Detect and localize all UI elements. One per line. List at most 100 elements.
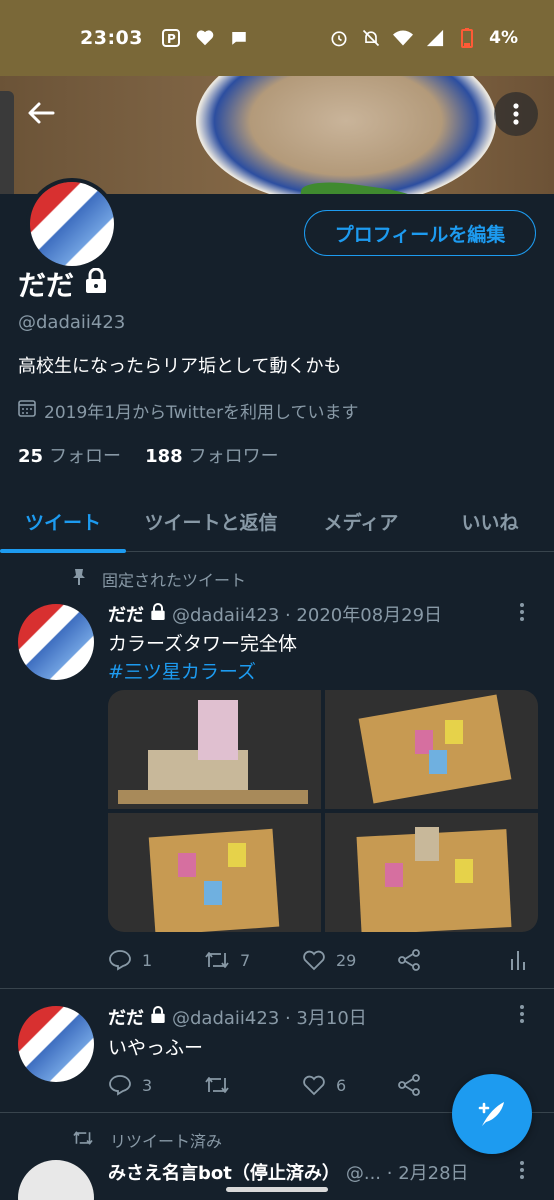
profile-avatar[interactable] (26, 178, 118, 270)
like-button[interactable]: 6 (302, 1074, 398, 1096)
battery-percent: 4% (489, 28, 518, 48)
notification-icons: P (161, 28, 249, 48)
tweet-photo-2[interactable] (325, 690, 538, 809)
tweet-header: だだ @dadaii423 · 3月10日 (108, 1004, 367, 1030)
gesture-nav-bar[interactable] (226, 1187, 328, 1192)
pinned-text: 固定されたツイート (102, 571, 247, 590)
lock-icon (150, 1005, 166, 1029)
status-time: 23:03 (80, 27, 143, 49)
tab-likes[interactable]: いいね (426, 490, 554, 552)
tweet-more-icon[interactable] (512, 1004, 532, 1024)
analytics-icon (511, 951, 525, 970)
mute-icon (361, 28, 381, 48)
following-count: 25 (18, 446, 44, 467)
tweet-hashtag[interactable]: #三ツ星カラーズ (108, 657, 256, 684)
tweet-meta: @dadaii423 · 2020年08月29日 (172, 605, 443, 626)
back-button[interactable] (24, 96, 58, 130)
profile-banner[interactable] (0, 76, 554, 194)
like-button[interactable]: 29 (302, 949, 398, 971)
status-bar: 23:03 P 4% (0, 0, 554, 76)
like-count: 6 (336, 1075, 347, 1095)
retweet-button[interactable] (204, 1074, 302, 1096)
following-label: フォロー (49, 446, 122, 467)
tweet-photo-4[interactable] (325, 813, 538, 932)
edit-profile-button[interactable]: プロフィールを編集 (304, 210, 536, 256)
heart-notification-icon (195, 28, 215, 48)
tweet-author-name[interactable]: だだ (108, 601, 144, 627)
compose-tweet-button[interactable] (452, 1074, 532, 1154)
profile-bio: 高校生になったらリア垢として動くかも (18, 356, 342, 377)
overflow-menu-button[interactable] (494, 92, 538, 136)
share-icon (398, 949, 420, 971)
app-notification-icon: P (161, 28, 181, 48)
reply-icon (109, 1075, 131, 1096)
chat-notification-icon (229, 28, 249, 48)
followers-count: 188 (145, 446, 183, 467)
pinned-tweet-label: 固定されたツイート (72, 567, 246, 591)
tab-tweets[interactable]: ツイート (0, 490, 126, 553)
banner-mug (0, 91, 14, 194)
tweet-header: みさえ名言bot（停止済み） @... · 2月28日 (108, 1159, 469, 1185)
arrow-left-icon (28, 102, 55, 124)
compose-feather-icon (478, 1102, 504, 1126)
retweet-icon (205, 1077, 229, 1093)
tweet-author-name[interactable]: だだ (108, 1004, 144, 1030)
retweet-count: 7 (240, 950, 251, 970)
lock-icon (84, 267, 108, 301)
reply-icon (109, 950, 131, 971)
svg-text:P: P (167, 32, 176, 46)
tweet-actions: 1 7 29 (108, 948, 528, 972)
profile-name: だだ (18, 269, 75, 302)
followers-link[interactable]: 188 フォロワー (145, 442, 279, 468)
tweet-more-icon[interactable] (512, 602, 532, 622)
joined-text: 2019年1月からTwitterを利用しています (44, 403, 359, 423)
tweet-divider (0, 988, 554, 989)
profile-name-row: だだ (18, 264, 108, 304)
reply-button[interactable]: 1 (108, 948, 204, 972)
signal-icon (425, 28, 445, 48)
tweet-avatar[interactable] (18, 1006, 94, 1082)
tab-media[interactable]: メディア (296, 490, 426, 552)
tweet-photo-3[interactable] (108, 813, 321, 932)
tweet-text: いやっふー (108, 1037, 204, 1059)
tweet-meta: @dadaii423 · 3月10日 (172, 1008, 367, 1029)
retweet-button[interactable]: 7 (204, 949, 302, 971)
reply-count: 3 (142, 1075, 153, 1095)
joined-date: 2019年1月からTwitterを利用しています (18, 398, 359, 423)
heart-icon (303, 1075, 325, 1096)
tweet-more-icon[interactable] (512, 1160, 532, 1180)
tweet-text: カラーズタワー完全体 (108, 633, 298, 655)
tab-tweets-and-replies[interactable]: ツイートと返信 (126, 490, 296, 552)
retweet-icon (205, 952, 229, 968)
tweet-header: だだ @dadaii423 · 2020年08月29日 (108, 601, 442, 627)
profile-handle: @dadaii423 (18, 312, 126, 333)
tweet-author-name[interactable]: みさえ名言bot（停止済み） (108, 1159, 340, 1185)
followers-label: フォロワー (188, 446, 279, 467)
like-count: 29 (336, 950, 357, 970)
retweet-icon (72, 1129, 94, 1151)
pin-icon (72, 568, 86, 590)
banner-noodle-bowl (196, 76, 496, 194)
calendar-icon (18, 399, 36, 422)
heart-icon (303, 950, 325, 971)
share-button[interactable] (398, 949, 488, 971)
alarm-icon (329, 28, 349, 48)
tweet-avatar[interactable] (18, 1160, 94, 1200)
tweet-meta: @... · 2月28日 (345, 1163, 469, 1184)
profile-tabs: ツイート ツイートと返信 メディア いいね (0, 490, 554, 553)
retweeted-text: リツイート済み (110, 1132, 223, 1151)
tweet-media-grid (108, 690, 538, 932)
share-icon (398, 1074, 420, 1096)
more-vertical-icon (513, 103, 519, 125)
tweet-avatar[interactable] (18, 604, 94, 680)
wifi-icon (393, 28, 414, 48)
analytics-button[interactable] (508, 949, 528, 971)
retweeted-label: リツイート済み (72, 1128, 222, 1152)
reply-button[interactable]: 3 (108, 1073, 204, 1097)
tweet-photo-1[interactable] (108, 690, 321, 809)
reply-count: 1 (142, 950, 153, 970)
following-link[interactable]: 25 フォロー (18, 442, 121, 468)
lock-icon (150, 602, 166, 626)
follow-stats: 25 フォロー 188 フォロワー (18, 442, 279, 468)
battery-icon (457, 28, 477, 48)
